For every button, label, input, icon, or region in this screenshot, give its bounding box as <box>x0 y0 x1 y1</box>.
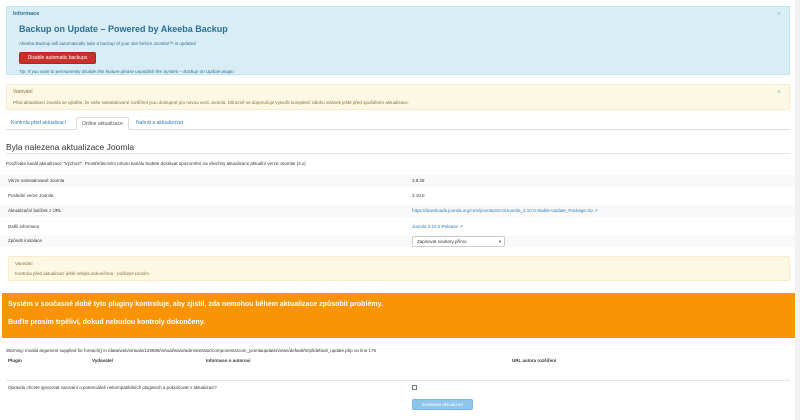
install-update-button[interactable]: Instalovat aktualizaci <box>412 399 473 410</box>
ignore-warnings-question: Opravdu chcete ignorovat varování o pote… <box>8 385 217 390</box>
tab-upload-update[interactable]: Nahrát a aktualizovat <box>131 117 188 130</box>
chevron-down-icon: ▾ <box>498 239 501 244</box>
banner-line-1: Systém v současné době tyto pluginy kont… <box>8 301 383 308</box>
scrollbar[interactable] <box>795 0 800 420</box>
ignore-warnings-checkbox[interactable] <box>412 385 417 390</box>
row-key: Verze nainstalované Joomla <box>8 178 65 183</box>
precheck-warning: Varování Kontrola před aktualizací ještě… <box>8 256 790 281</box>
info-alert-description: Akeeba Backup will automatically take a … <box>19 41 196 46</box>
php-warning: Warning: Invalid argument supplied for f… <box>6 348 377 353</box>
info-alert-label: Informace <box>13 11 40 17</box>
divider <box>6 380 790 381</box>
column-header-author-info: Informace o autorovi <box>206 358 251 363</box>
close-icon[interactable]: × <box>777 11 781 18</box>
warning-alert-text: Před aktualizací Joomla se ujistěte, že … <box>13 100 409 105</box>
info-row: Aktualizační balíček z URL https://downl… <box>0 205 800 217</box>
column-header-publisher: Vydavatel <box>92 358 113 363</box>
package-url-link[interactable]: https://downloads.joomla.org/cms/joomla3… <box>412 208 598 214</box>
row-key: Poslední verze Joomla <box>8 193 54 198</box>
row-value: 3.9.28 <box>412 178 425 183</box>
info-row: Způsob instalace <box>0 235 800 247</box>
row-key: Další informace <box>8 224 40 229</box>
divider <box>6 153 790 154</box>
info-alert-tip: Tip: If you want to permanently disable … <box>19 69 235 74</box>
banner-line-2: Buďte prosím trpěliví, dokud nebudou kon… <box>8 319 206 326</box>
close-icon[interactable]: × <box>777 89 781 96</box>
precheck-warning-text: Kontrola před aktualizací ještě nebyla d… <box>15 271 151 276</box>
disable-backups-button[interactable]: Disable automatic backups <box>19 52 96 64</box>
info-alert-title: Backup on Update – Powered by Akeeba Bac… <box>19 24 228 34</box>
info-alert: Informace × Backup on Update – Powered b… <box>6 6 790 75</box>
plugin-check-banner: Systém v současné době tyto pluginy kont… <box>2 293 796 338</box>
info-row: Poslední verze Joomla 3.10.0 <box>0 190 800 202</box>
row-key: Způsob instalace <box>8 238 43 243</box>
column-header-author-url: URL autora rozšíření <box>512 358 557 363</box>
release-info-link[interactable]: Joomla 3.10.0 Release ↗ <box>412 224 463 230</box>
row-value: 3.10.0 <box>412 193 425 198</box>
info-row: Verze nainstalované Joomla 3.9.28 <box>0 175 800 187</box>
warning-alert-label: Varování <box>13 89 33 95</box>
install-method-select[interactable]: Zapisovat soubory přímo ▾ <box>412 236 505 247</box>
tab-bar: Kontrola před aktualizací Online aktuali… <box>6 117 790 130</box>
column-header-plugin: Plugin <box>8 358 22 363</box>
update-channel-intro: Používáte kanál aktualizace "Výchozí". P… <box>6 161 306 166</box>
info-row: Další informace Joomla 3.10.0 Release ↗ <box>0 221 800 233</box>
precheck-warning-label: Varování <box>15 261 33 266</box>
tab-online-update[interactable]: Online aktualizace <box>76 117 129 130</box>
row-key: Aktualizační balíček z URL <box>8 208 62 213</box>
warning-alert: Varování × Před aktualizací Joomla se uj… <box>6 84 790 110</box>
install-method-value: Zapisovat soubory přímo <box>417 239 467 244</box>
page-heading: Byla nalezena aktualizace Joomla <box>6 142 135 152</box>
tab-pre-update-check[interactable]: Kontrola před aktualizací <box>6 117 71 130</box>
